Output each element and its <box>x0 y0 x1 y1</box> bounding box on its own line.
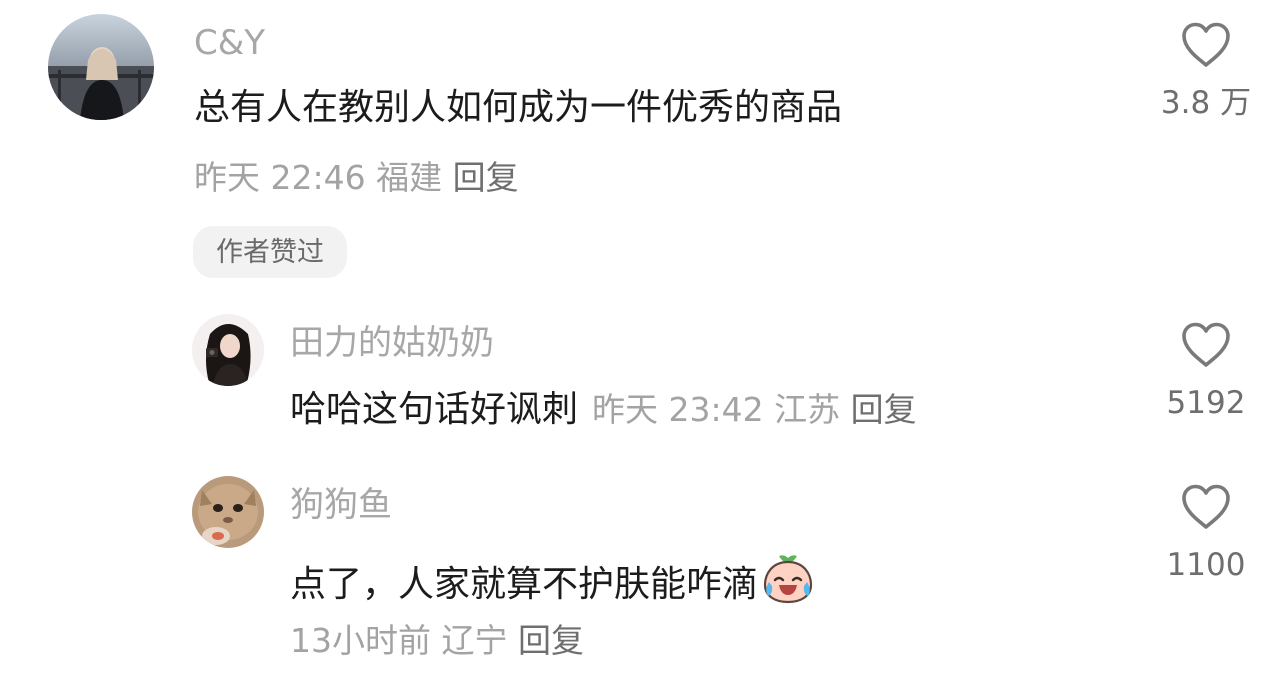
like-count: 1100 <box>1166 547 1246 583</box>
heart-outline-icon <box>1182 22 1230 67</box>
comment-text: 总有人在教别人如何成为一件优秀的商品 <box>194 87 843 128</box>
crying-laughing-peach-emoji <box>760 554 816 611</box>
reply-location: 江苏 <box>774 390 841 429</box>
like-button[interactable]: 1100 <box>1146 484 1266 581</box>
reply-button[interactable]: 回复 <box>851 390 917 429</box>
avatar[interactable] <box>192 476 264 548</box>
like-button[interactable]: 3.8 万 <box>1146 22 1266 119</box>
reply-meta: 13小时前 辽宁 回复 <box>290 624 584 657</box>
comment-location: 福建 <box>376 158 443 197</box>
comment-time: 昨天 22:46 <box>194 158 366 197</box>
reply-location: 辽宁 <box>441 621 508 660</box>
avatar[interactable] <box>48 14 154 120</box>
reply-time: 13小时前 <box>290 621 431 660</box>
reply-username[interactable]: 狗狗鱼 <box>290 488 392 522</box>
reply-text: 点了，人家就算不护肤能咋滴 <box>290 554 816 611</box>
reply-meta: 昨天 23:42 江苏 回复 <box>592 390 917 429</box>
avatar[interactable] <box>192 314 264 386</box>
reply-text-content: 哈哈这句话好讽刺 <box>290 389 579 430</box>
reply-username[interactable]: 田力的姑奶奶 <box>290 326 494 360</box>
like-count: 3.8 万 <box>1160 85 1252 121</box>
reply-text-content: 点了，人家就算不护肤能咋滴 <box>290 564 759 605</box>
comment-meta: 昨天 22:46 福建 回复 <box>194 161 519 194</box>
like-count: 5192 <box>1166 385 1246 421</box>
heart-outline-icon <box>1182 322 1230 367</box>
author-liked-badge: 作者赞过 <box>193 226 347 278</box>
like-button[interactable]: 5192 <box>1146 322 1266 419</box>
reply-time: 昨天 23:42 <box>592 390 764 429</box>
comment-username[interactable]: C&Y <box>194 26 265 60</box>
reply-button[interactable]: 回复 <box>518 621 584 660</box>
reply-text: 哈哈这句话好讽刺 昨天 23:42 江苏 回复 <box>290 392 917 428</box>
reply-button[interactable]: 回复 <box>453 158 519 197</box>
heart-outline-icon <box>1182 484 1230 529</box>
